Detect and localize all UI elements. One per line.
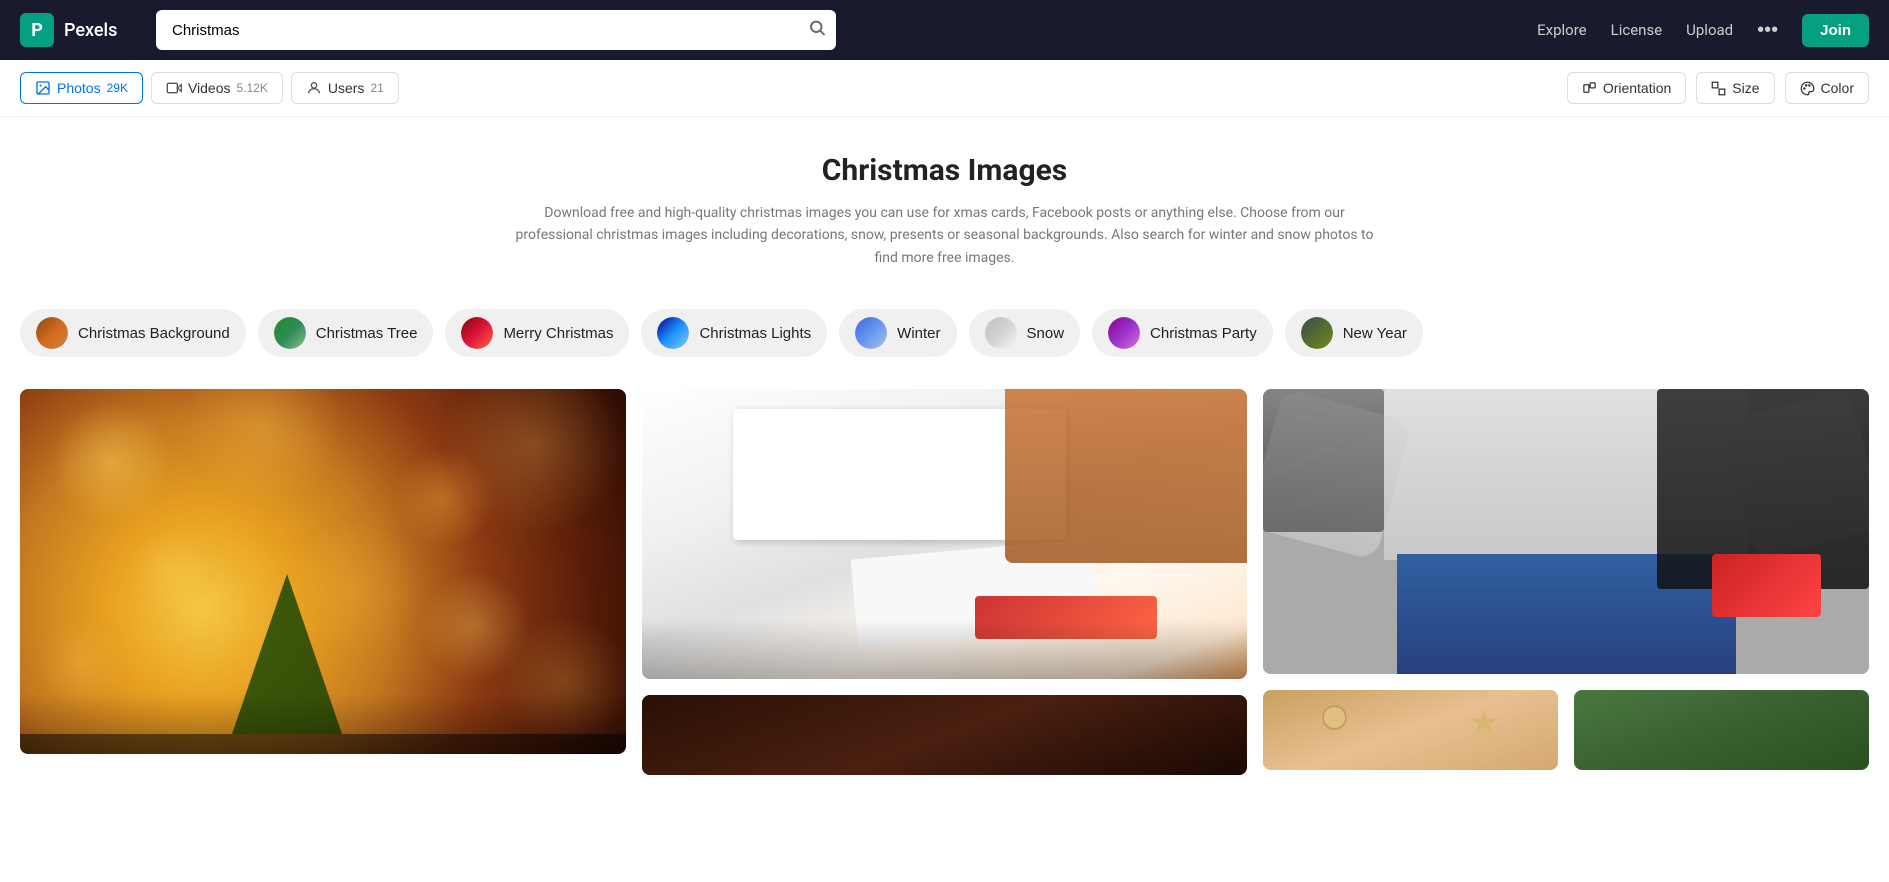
category-label-7: New Year [1343,325,1407,342]
pill-avatar-5 [985,317,1017,349]
pill-avatar-6 [1108,317,1140,349]
category-winter[interactable]: Winter [839,309,956,357]
tab-users-count: 21 [370,81,383,95]
orientation-filter[interactable]: Orientation [1567,72,1686,104]
tab-photos-count: 29K [107,81,128,95]
pill-avatar-4 [855,317,887,349]
size-icon [1711,81,1726,96]
user-icon [306,80,322,96]
logo[interactable]: P Pexels [20,13,140,47]
image-card-4[interactable] [1263,389,1869,674]
tab-users[interactable]: Users 21 [291,72,399,104]
tab-videos-count: 5.12K [237,81,268,95]
image-column-3 [1263,389,1869,775]
category-label-6: Christmas Party [1150,325,1257,342]
category-label-3: Christmas Lights [699,325,811,342]
pill-avatar-7 [1301,317,1333,349]
orientation-icon [1582,81,1597,96]
image-card-1[interactable] [20,389,626,754]
color-icon [1800,81,1815,96]
category-christmas-tree[interactable]: Christmas Tree [258,309,434,357]
category-new-year[interactable]: New Year [1285,309,1423,357]
image-column-2 [642,389,1248,775]
image-column-1 [20,389,626,775]
nav-upload[interactable]: Upload [1686,21,1733,39]
image-card-3[interactable] [642,695,1248,775]
category-label-1: Christmas Tree [316,325,418,342]
page-description: Download free and high-quality christmas… [515,202,1375,269]
tab-users-label: Users [328,80,365,96]
image-card-5[interactable] [1263,690,1558,770]
header-nav: Explore License Upload ••• Join [1537,14,1869,47]
filter-buttons: Orientation Size Color [1567,72,1869,104]
video-icon [166,80,182,96]
header: P Pexels Explore License Upload ••• Join [0,0,1889,60]
category-label-0: Christmas Background [78,325,230,342]
image-grid [0,373,1889,791]
more-button[interactable]: ••• [1757,19,1778,42]
category-snow[interactable]: Snow [969,309,1081,357]
category-pills: Christmas Background Christmas Tree Merr… [0,293,1889,373]
image-icon [35,80,51,96]
nav-explore[interactable]: Explore [1537,21,1587,39]
size-filter[interactable]: Size [1696,72,1774,104]
tab-photos-label: Photos [57,80,101,96]
image-row-bottom [1263,690,1869,770]
category-christmas-lights[interactable]: Christmas Lights [641,309,827,357]
category-christmas-background[interactable]: Christmas Background [20,309,246,357]
category-label-4: Winter [897,325,940,342]
search-bar [156,10,836,50]
logo-text: Pexels [64,20,117,41]
page-title: Christmas Images [20,153,1869,188]
page-title-section: Christmas Images Download free and high-… [0,117,1889,293]
color-filter[interactable]: Color [1785,72,1869,104]
filters-bar: Photos 29K Videos 5.12K Users 21 Orienta… [0,60,1889,117]
pill-avatar-1 [274,317,306,349]
pill-avatar-3 [657,317,689,349]
tab-videos[interactable]: Videos 5.12K [151,72,283,104]
pill-avatar-0 [36,317,68,349]
logo-icon: P [20,13,54,47]
pill-avatar-2 [461,317,493,349]
nav-license[interactable]: License [1611,21,1663,39]
search-input[interactable] [156,10,836,50]
category-label-5: Snow [1027,325,1065,342]
category-merry-christmas[interactable]: Merry Christmas [445,309,629,357]
category-label-2: Merry Christmas [503,325,613,342]
search-button[interactable] [808,19,826,42]
image-card-6[interactable] [1574,690,1869,770]
image-card-2[interactable] [642,389,1248,679]
tab-videos-label: Videos [188,80,231,96]
tab-photos[interactable]: Photos 29K [20,72,143,104]
join-button[interactable]: Join [1802,14,1869,47]
category-christmas-party[interactable]: Christmas Party [1092,309,1273,357]
